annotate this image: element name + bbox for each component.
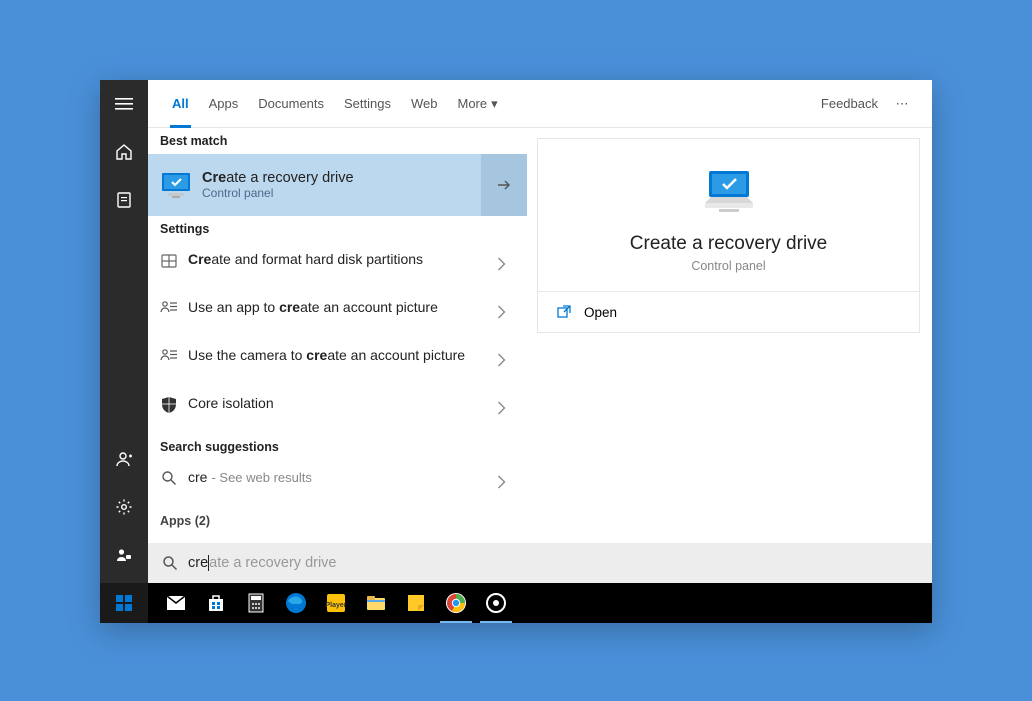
recovery-drive-large-icon	[697, 167, 761, 219]
result-label: Core isolation	[188, 394, 497, 413]
best-match-result[interactable]: Create a recovery drive Control panel	[148, 154, 527, 216]
open-icon	[556, 304, 572, 320]
taskbar-sticky-notes-icon[interactable]	[396, 583, 436, 623]
chevron-right-icon	[497, 353, 517, 372]
settings-result-app-account-picture[interactable]: Use an app to create an account picture	[148, 290, 527, 338]
add-user-icon[interactable]	[100, 435, 148, 483]
tab-settings[interactable]: Settings	[334, 80, 401, 128]
result-label: Use the camera to create an account pict…	[188, 346, 497, 365]
search-input[interactable]: create a recovery drive	[188, 555, 918, 571]
start-search-window: All Apps Documents Settings Web More▾ Fe…	[100, 80, 932, 623]
detail-title: Create a recovery drive	[630, 233, 827, 255]
settings-result-disk-partitions[interactable]: Create and format hard disk partitions	[148, 242, 527, 290]
result-label: Create and format hard disk partitions	[188, 250, 497, 269]
recovery-drive-icon	[158, 167, 194, 203]
chevron-right-icon	[497, 401, 517, 420]
left-rail	[100, 80, 148, 583]
tab-apps[interactable]: Apps	[199, 80, 249, 128]
detail-subtitle: Control panel	[691, 259, 765, 273]
chevron-right-icon	[497, 305, 517, 324]
disk-icon	[158, 250, 180, 270]
recent-icon[interactable]	[100, 176, 148, 224]
tab-web[interactable]: Web	[401, 80, 448, 128]
taskbar-explorer-icon[interactable]	[356, 583, 396, 623]
tab-all[interactable]: All	[162, 80, 199, 128]
open-label: Open	[584, 305, 617, 320]
home-icon[interactable]	[100, 128, 148, 176]
settings-header: Settings	[148, 216, 527, 242]
open-action[interactable]: Open	[538, 292, 919, 332]
menu-button[interactable]	[100, 80, 148, 128]
result-label: Use an app to create an account picture	[188, 298, 497, 317]
account-picture-icon	[158, 346, 180, 362]
taskbar-edge-icon[interactable]	[276, 583, 316, 623]
taskbar-app-icon[interactable]	[476, 583, 516, 623]
settings-result-camera-account-picture[interactable]: Use the camera to create an account pict…	[148, 338, 527, 386]
detail-pane: Create a recovery drive Control panel Op…	[527, 128, 932, 583]
suggestion-label: cre - See web results	[188, 468, 497, 487]
taskbar-calculator-icon[interactable]	[236, 583, 276, 623]
taskbar-chrome-icon[interactable]	[436, 583, 476, 623]
chevron-right-icon	[497, 257, 517, 276]
start-button[interactable]	[100, 583, 148, 623]
feedback-link[interactable]: Feedback	[821, 96, 878, 111]
apps-header: Apps (2)	[148, 508, 527, 528]
best-match-header: Best match	[148, 128, 527, 154]
search-icon	[158, 468, 180, 486]
settings-result-core-isolation[interactable]: Core isolation	[148, 386, 527, 434]
results-column: Best match Create a recovery drive Contr…	[148, 128, 527, 583]
best-match-title: Create a recovery drive	[202, 170, 481, 186]
settings-gear-icon[interactable]	[100, 483, 148, 531]
svg-text:Player: Player	[325, 602, 346, 609]
overflow-menu-button[interactable]: ⋯	[886, 96, 918, 112]
search-suggestions-header: Search suggestions	[148, 434, 527, 460]
chevron-right-icon	[497, 475, 517, 494]
taskbar-store-icon[interactable]	[196, 583, 236, 623]
tab-documents[interactable]: Documents	[248, 80, 334, 128]
expand-arrow-button[interactable]	[481, 154, 527, 216]
shield-icon	[158, 394, 180, 414]
account-picture-icon	[158, 298, 180, 314]
taskbar-player-icon[interactable]: Player	[316, 583, 356, 623]
taskbar: Player	[100, 583, 932, 623]
account-icon[interactable]	[100, 531, 148, 579]
tab-more[interactable]: More▾	[448, 80, 508, 128]
search-panel: All Apps Documents Settings Web More▾ Fe…	[148, 80, 932, 583]
taskbar-mail-icon[interactable]	[156, 583, 196, 623]
filter-tabs: All Apps Documents Settings Web More▾ Fe…	[148, 80, 932, 128]
best-match-subtitle: Control panel	[202, 186, 481, 200]
search-bar[interactable]: create a recovery drive	[148, 543, 932, 583]
search-icon	[162, 555, 178, 571]
web-suggestion[interactable]: cre - See web results	[148, 460, 527, 508]
